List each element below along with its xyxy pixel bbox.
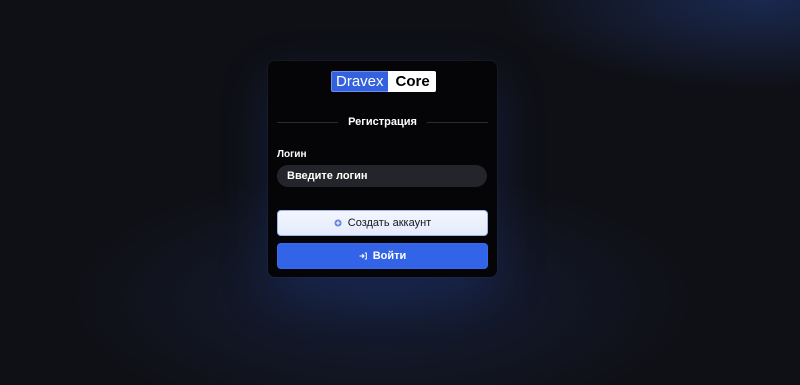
section-divider: Регистрация xyxy=(277,116,488,128)
divider-line-left xyxy=(277,122,339,123)
login-button-label: Войти xyxy=(372,249,407,262)
plus-circle-icon xyxy=(334,219,342,227)
login-label: Логин xyxy=(277,149,307,160)
logo-text-dravex: Dravex xyxy=(331,71,388,92)
login-input[interactable] xyxy=(277,165,487,187)
create-account-label: Создать аккаунт xyxy=(347,216,432,229)
create-account-button[interactable]: Создать аккаунт xyxy=(277,210,488,236)
divider-line-right xyxy=(426,122,488,123)
sign-in-icon xyxy=(359,252,367,260)
login-card: Dravex Core Регистрация Логин Создать ак… xyxy=(268,61,497,277)
logo: Dravex Core xyxy=(331,71,436,92)
logo-text-core: Core xyxy=(387,71,436,92)
login-button[interactable]: Войти xyxy=(277,243,488,269)
section-title: Регистрация xyxy=(348,116,417,128)
